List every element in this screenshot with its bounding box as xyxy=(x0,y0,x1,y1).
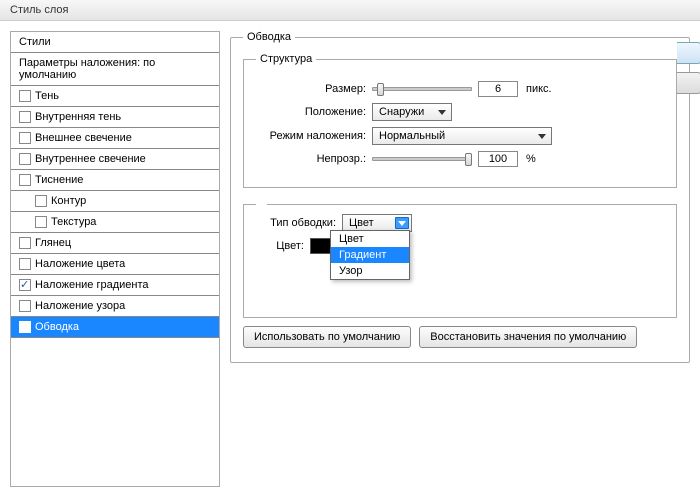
make-default-button[interactable]: Использовать по умолчанию xyxy=(243,326,411,348)
blend-mode-label: Режим наложения: xyxy=(256,130,366,142)
filltype-label: Тип обводки: xyxy=(256,217,336,229)
style-item-10[interactable]: Наложение узора xyxy=(11,296,219,317)
filltype-option[interactable]: Цвет xyxy=(331,231,409,247)
style-checkbox[interactable] xyxy=(19,321,31,333)
layer-style-dialog: Стиль слоя Стили Параметры наложения: по… xyxy=(0,0,700,500)
opacity-slider[interactable] xyxy=(372,157,472,161)
style-item-label: Наложение узора xyxy=(35,300,125,312)
style-item-2[interactable]: Внешнее свечение xyxy=(11,128,219,149)
styles-panel: Стили Параметры наложения: по умолчанию … xyxy=(10,31,220,487)
style-item-0[interactable]: Тень xyxy=(11,86,219,107)
style-item-label: Наложение цвета xyxy=(35,258,125,270)
filltype-option[interactable]: Узор xyxy=(331,263,409,279)
style-checkbox[interactable] xyxy=(19,111,31,123)
style-checkbox[interactable] xyxy=(19,153,31,165)
blend-mode-row: Режим наложения: Нормальный xyxy=(256,127,664,145)
style-item-label: Внешнее свечение xyxy=(35,132,132,144)
style-checkbox[interactable] xyxy=(19,132,31,144)
opacity-slider-thumb[interactable] xyxy=(465,153,472,166)
side-buttons xyxy=(677,42,700,94)
stroke-group: Обводка Структура Размер: пикс. Положени… xyxy=(230,31,690,363)
defaults-button-row: Использовать по умолчанию Восстановить з… xyxy=(243,326,677,348)
style-item-label: Тиснение xyxy=(35,174,83,186)
style-item-label: Внутреннее свечение xyxy=(35,153,146,165)
blending-options-row[interactable]: Параметры наложения: по умолчанию xyxy=(11,53,219,86)
style-item-7[interactable]: Глянец xyxy=(11,233,219,254)
dialog-content: Стили Параметры наложения: по умолчанию … xyxy=(0,21,700,497)
style-item-label: Контур xyxy=(51,195,86,207)
ok-button[interactable] xyxy=(677,42,700,64)
opacity-unit: % xyxy=(526,153,536,165)
style-item-11[interactable]: Обводка xyxy=(11,317,219,338)
style-checkbox[interactable] xyxy=(35,195,47,207)
style-item-label: Внутренняя тень xyxy=(35,111,121,123)
style-item-6[interactable]: Текстура xyxy=(11,212,219,233)
position-row: Положение: Снаружи xyxy=(256,103,664,121)
color-label: Цвет: xyxy=(256,240,304,252)
style-checkbox[interactable] xyxy=(35,216,47,228)
style-item-9[interactable]: Наложение градиента xyxy=(11,275,219,296)
style-item-4[interactable]: Тиснение xyxy=(11,170,219,191)
style-item-label: Обводка xyxy=(35,321,79,333)
filltype-group: . Тип обводки: Цвет Цвет: ЦветГрадиентУз xyxy=(243,198,677,318)
style-checkbox[interactable] xyxy=(19,174,31,186)
position-combo[interactable]: Снаружи xyxy=(372,103,452,121)
reset-default-button[interactable]: Восстановить значения по умолчанию xyxy=(419,326,637,348)
size-row: Размер: пикс. xyxy=(256,81,664,97)
style-item-label: Наложение градиента xyxy=(35,279,149,291)
style-checkbox[interactable] xyxy=(19,90,31,102)
chevron-down-icon xyxy=(435,106,449,118)
style-checkbox[interactable] xyxy=(19,300,31,312)
style-item-label: Текстура xyxy=(51,216,96,228)
size-slider-thumb[interactable] xyxy=(377,83,384,96)
size-unit: пикс. xyxy=(526,83,552,95)
style-item-1[interactable]: Внутренняя тень xyxy=(11,107,219,128)
structure-group: Структура Размер: пикс. Положение: Снару… xyxy=(243,53,677,188)
style-checkbox[interactable] xyxy=(19,237,31,249)
style-item-label: Тень xyxy=(35,90,59,102)
style-checkbox[interactable] xyxy=(19,279,31,291)
chevron-down-icon xyxy=(535,130,549,142)
structure-legend: Структура xyxy=(256,53,316,65)
opacity-row: Непрозр.: % xyxy=(256,151,664,167)
opacity-label: Непрозр.: xyxy=(256,153,366,165)
styles-header-label: Стили xyxy=(19,36,51,48)
color-row: Цвет: xyxy=(256,238,664,254)
stroke-group-legend: Обводка xyxy=(243,31,295,43)
cancel-button[interactable] xyxy=(677,72,700,94)
opacity-input[interactable] xyxy=(478,151,518,167)
filltype-value: Цвет xyxy=(349,217,374,229)
title-bar: Стиль слоя xyxy=(0,0,700,21)
blending-options-label: Параметры наложения: по умолчанию xyxy=(19,57,155,81)
position-value: Снаружи xyxy=(379,106,424,118)
style-checkbox[interactable] xyxy=(19,258,31,270)
stroke-settings-panel: Обводка Структура Размер: пикс. Положени… xyxy=(230,31,690,487)
style-item-5[interactable]: Контур xyxy=(11,191,219,212)
position-label: Положение: xyxy=(256,106,366,118)
style-item-8[interactable]: Наложение цвета xyxy=(11,254,219,275)
size-label: Размер: xyxy=(256,83,366,95)
size-input[interactable] xyxy=(478,81,518,97)
filltype-dropdown[interactable]: ЦветГрадиентУзор xyxy=(330,230,410,280)
blend-mode-value: Нормальный xyxy=(379,130,445,142)
blend-mode-combo[interactable]: Нормальный xyxy=(372,127,552,145)
styles-header[interactable]: Стили xyxy=(11,32,219,53)
styles-list: Тень Внутренняя тень Внешнее свечение Внутр… xyxy=(11,86,219,338)
filltype-row: Тип обводки: Цвет xyxy=(256,214,664,232)
style-item-label: Глянец xyxy=(35,237,71,249)
window-title: Стиль слоя xyxy=(10,4,68,16)
filltype-option[interactable]: Градиент xyxy=(331,247,409,263)
size-slider[interactable] xyxy=(372,87,472,91)
chevron-down-icon xyxy=(395,217,409,229)
style-item-3[interactable]: Внутреннее свечение xyxy=(11,149,219,170)
